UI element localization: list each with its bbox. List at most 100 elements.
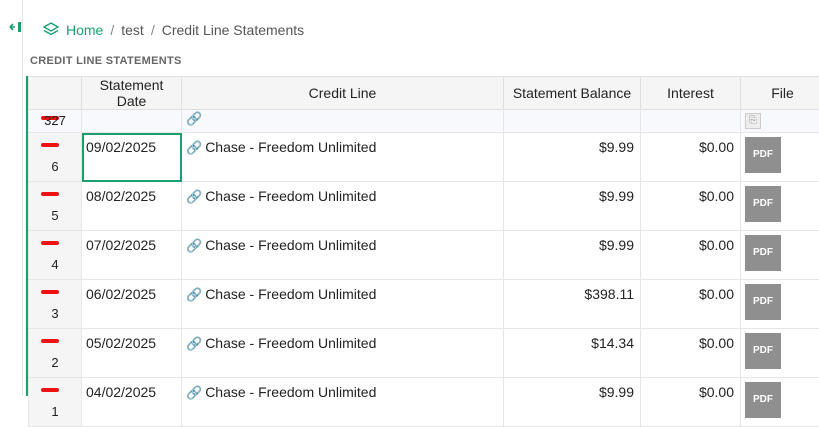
table-row[interactable]: 5 08/02/2025 🔗Chase - Freedom Unlimited … [29, 182, 819, 231]
table-row[interactable]: 2 05/02/2025 🔗Chase - Freedom Unlimited … [29, 329, 819, 378]
cell-statement-balance[interactable]: $14.34 [504, 329, 641, 378]
row-count-value: 327 [44, 113, 66, 128]
link-icon: 🔗 [186, 385, 202, 400]
pdf-thumbnail[interactable]: PDF [745, 284, 781, 320]
cell-statement-balance[interactable]: $398.11 [504, 280, 641, 329]
pdf-thumbnail[interactable]: PDF [745, 382, 781, 418]
credit-line-name[interactable]: Chase - Freedom Unlimited [205, 237, 376, 253]
breadcrumb-home[interactable]: Home [66, 22, 103, 38]
cell-credit-line[interactable]: 🔗Chase - Freedom Unlimited [182, 280, 504, 329]
cell-statement-date[interactable]: 05/02/2025 [82, 329, 182, 378]
cell-statement-date[interactable]: 09/02/2025 [82, 133, 182, 182]
cell-file: PDF [741, 378, 819, 427]
section-title: CREDIT LINE STATEMENTS [30, 55, 182, 67]
table-row[interactable]: 6 09/02/2025 🔗Chase - Freedom Unlimited … [29, 133, 819, 182]
column-header-statement-date[interactable]: Statement Date [82, 77, 182, 110]
redaction-mark [41, 143, 59, 147]
breadcrumb: Home / test / Credit Line Statements [42, 20, 304, 40]
cell-statement-date[interactable]: 08/02/2025 [82, 182, 182, 231]
cell-credit-line[interactable]: 🔗Chase - Freedom Unlimited [182, 133, 504, 182]
breadcrumb-separator: / [110, 22, 114, 38]
pdf-thumbnail[interactable]: PDF [745, 186, 781, 222]
cell-statement-balance[interactable]: $9.99 [504, 378, 641, 427]
pdf-thumbnail[interactable]: PDF [745, 137, 781, 173]
left-rail [0, 0, 23, 396]
cell-credit-line[interactable]: 🔗Chase - Freedom Unlimited [182, 329, 504, 378]
column-header-interest[interactable]: Interest [641, 77, 741, 110]
cell-file: PDF [741, 182, 819, 231]
breadcrumb-current: Credit Line Statements [162, 22, 304, 38]
filter-statement-balance[interactable] [504, 110, 641, 133]
row-number: 4 [29, 231, 82, 280]
row-number: 3 [29, 280, 82, 329]
collapse-sidebar-icon[interactable] [9, 20, 25, 34]
cell-file: PDF [741, 231, 819, 280]
filter-file[interactable]: ⎘ [741, 110, 819, 133]
cell-statement-balance[interactable]: $9.99 [504, 231, 641, 280]
row-number-value: 5 [29, 208, 81, 223]
row-count: 327 [29, 110, 82, 133]
cell-statement-date[interactable]: 06/02/2025 [82, 280, 182, 329]
column-header-credit-line[interactable]: Credit Line [182, 77, 504, 110]
layers-icon [42, 21, 60, 39]
link-icon: 🔗 [186, 336, 202, 351]
cell-credit-line[interactable]: 🔗Chase - Freedom Unlimited [182, 378, 504, 427]
credit-line-name[interactable]: Chase - Freedom Unlimited [205, 188, 376, 204]
cell-statement-date[interactable]: 07/02/2025 [82, 231, 182, 280]
cell-file: PDF [741, 329, 819, 378]
filter-interest[interactable] [641, 110, 741, 133]
link-icon: 🔗 [186, 111, 202, 126]
filter-row: 327 🔗 ⎘ [29, 110, 819, 133]
row-number-value: 3 [29, 306, 81, 321]
row-number: 6 [29, 133, 82, 182]
pdf-thumbnail[interactable]: PDF [745, 235, 781, 271]
breadcrumb-separator: / [151, 22, 155, 38]
clip-icon: ⎘ [745, 113, 761, 129]
row-number-value: 6 [29, 159, 81, 174]
link-icon: 🔗 [186, 189, 202, 204]
filter-statement-date[interactable] [82, 110, 182, 133]
row-number: 1 [29, 378, 82, 427]
column-header-file[interactable]: File [741, 77, 819, 110]
cell-credit-line[interactable]: 🔗Chase - Freedom Unlimited [182, 231, 504, 280]
row-number-value: 1 [29, 404, 81, 419]
row-number-header [29, 77, 82, 110]
column-header-statement-balance[interactable]: Statement Balance [504, 77, 641, 110]
header-row: Statement Date Credit Line Statement Bal… [29, 77, 819, 110]
redaction-mark [41, 339, 59, 343]
credit-line-name[interactable]: Chase - Freedom Unlimited [205, 335, 376, 351]
redaction-mark [41, 241, 59, 245]
pdf-thumbnail[interactable]: PDF [745, 333, 781, 369]
link-icon: 🔗 [186, 238, 202, 253]
cell-statement-date[interactable]: 04/02/2025 [82, 378, 182, 427]
filter-credit-line[interactable]: 🔗 [182, 110, 504, 133]
table-row[interactable]: 3 06/02/2025 🔗Chase - Freedom Unlimited … [29, 280, 819, 329]
cell-interest[interactable]: $0.00 [641, 231, 741, 280]
cell-file: PDF [741, 280, 819, 329]
cell-interest[interactable]: $0.00 [641, 133, 741, 182]
row-number: 5 [29, 182, 82, 231]
row-number: 2 [29, 329, 82, 378]
cell-interest[interactable]: $0.00 [641, 378, 741, 427]
credit-line-name[interactable]: Chase - Freedom Unlimited [205, 139, 376, 155]
row-number-value: 4 [29, 257, 81, 272]
cell-file: PDF [741, 133, 819, 182]
cell-interest[interactable]: $0.00 [641, 182, 741, 231]
statements-table: Statement Date Credit Line Statement Bal… [28, 76, 819, 427]
credit-line-name[interactable]: Chase - Freedom Unlimited [205, 286, 376, 302]
link-icon: 🔗 [186, 287, 202, 302]
redaction-mark [41, 388, 59, 392]
breadcrumb-test[interactable]: test [121, 22, 144, 38]
cell-credit-line[interactable]: 🔗Chase - Freedom Unlimited [182, 182, 504, 231]
link-icon: 🔗 [186, 140, 202, 155]
cell-statement-balance[interactable]: $9.99 [504, 133, 641, 182]
cell-interest[interactable]: $0.00 [641, 280, 741, 329]
cell-interest[interactable]: $0.00 [641, 329, 741, 378]
redaction-mark [41, 290, 59, 294]
cell-statement-balance[interactable]: $9.99 [504, 182, 641, 231]
redaction-mark [41, 192, 59, 196]
credit-line-name[interactable]: Chase - Freedom Unlimited [205, 384, 376, 400]
table-row[interactable]: 4 07/02/2025 🔗Chase - Freedom Unlimited … [29, 231, 819, 280]
table-row[interactable]: 1 04/02/2025 🔗Chase - Freedom Unlimited … [29, 378, 819, 427]
row-number-value: 2 [29, 355, 81, 370]
